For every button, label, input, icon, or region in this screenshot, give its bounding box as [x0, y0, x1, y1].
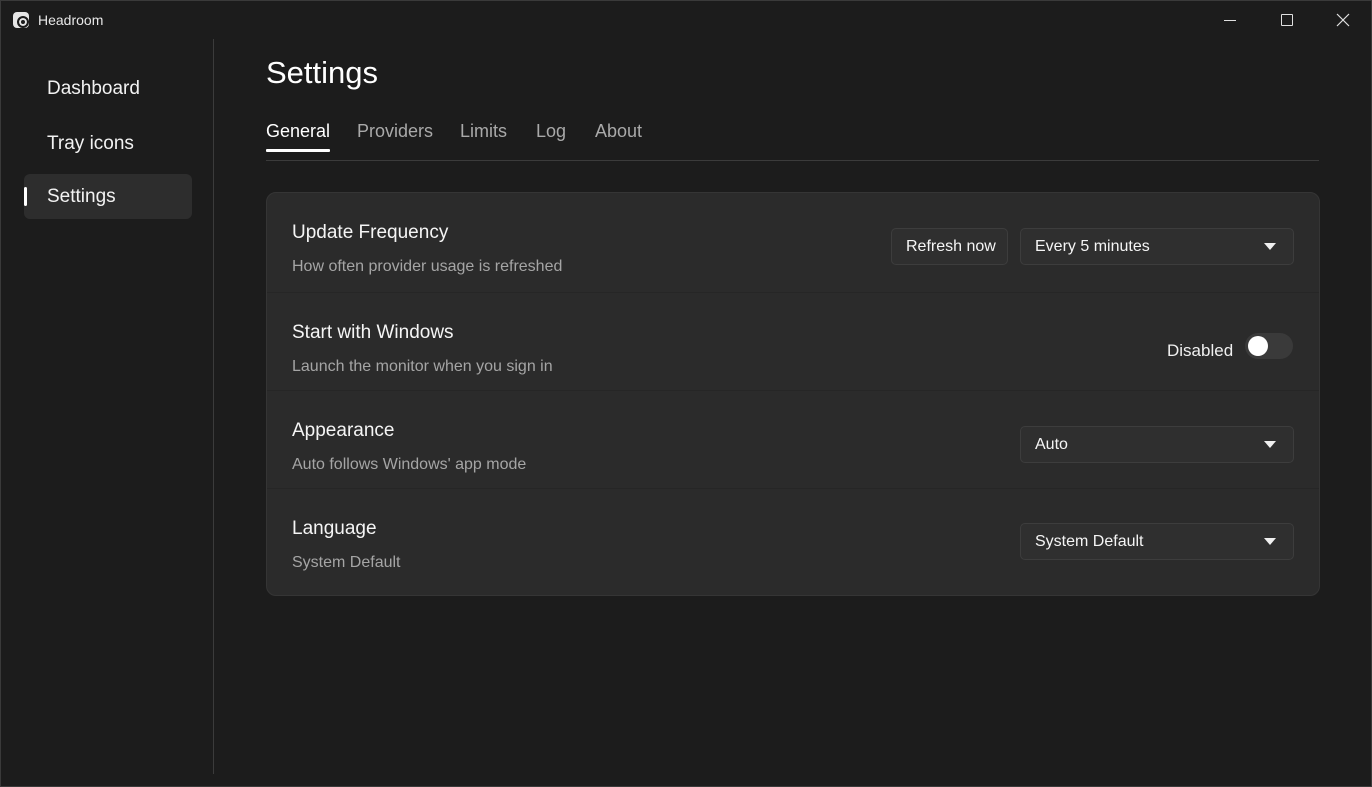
maximize-icon: [1280, 14, 1293, 26]
sidebar-item-label: Settings: [47, 185, 116, 207]
setting-title: Start with Windows: [292, 322, 454, 343]
toggle-state-label: Disabled: [1167, 341, 1234, 360]
close-icon: [1336, 13, 1349, 27]
tab-label: Providers: [357, 121, 434, 141]
refresh-now-button[interactable]: Refresh now: [891, 228, 1008, 265]
sidebar-item-label: Dashboard: [47, 77, 140, 99]
chevron-down-icon: [1264, 538, 1276, 545]
language-row: Language System Default System Default: [267, 488, 1319, 586]
setting-description: System Default: [292, 554, 401, 571]
maximize-button[interactable]: [1258, 1, 1315, 39]
sidebar-item-settings[interactable]: Settings: [24, 174, 192, 219]
selected-indicator: [24, 187, 27, 206]
appearance-row: Appearance Auto follows Windows' app mod…: [267, 390, 1319, 488]
update-frequency-row: Update Frequency How often provider usag…: [267, 193, 1319, 291]
page-title: Settings: [266, 55, 379, 90]
dropdown-value: Auto: [1035, 435, 1068, 453]
update-frequency-dropdown[interactable]: Every 5 minutes: [1020, 228, 1294, 265]
tab-about[interactable]: About: [595, 121, 642, 142]
sidebar-item-dashboard[interactable]: Dashboard: [24, 66, 192, 111]
tab-general[interactable]: General: [266, 121, 331, 152]
chevron-down-icon: [1264, 441, 1276, 448]
appearance-dropdown[interactable]: Auto: [1020, 426, 1294, 463]
dropdown-value: Every 5 minutes: [1035, 237, 1150, 255]
sidebar-item-label: Tray icons: [47, 132, 134, 154]
window-title: Headroom: [38, 12, 104, 28]
setting-description: Auto follows Windows' app mode: [292, 456, 527, 473]
sidebar-item-tray-icons[interactable]: Tray icons: [24, 121, 192, 166]
tab-bar: General Providers Limits Log About: [266, 119, 1319, 161]
sidebar: Dashboard Tray icons Settings: [1, 39, 214, 774]
tab-label: Log: [536, 121, 567, 141]
setting-description: Launch the monitor when you sign in: [292, 358, 553, 375]
app-window: Headroom Dashboard Tray icons Settings S…: [0, 0, 1372, 787]
title-bar[interactable]: Headroom: [1, 1, 1371, 39]
chevron-down-icon: [1264, 243, 1276, 250]
start-with-windows-toggle[interactable]: [1245, 333, 1293, 359]
start-with-windows-row: Start with Windows Launch the monitor wh…: [267, 292, 1319, 390]
settings-card: Update Frequency How often provider usag…: [266, 192, 1320, 596]
tab-providers[interactable]: Providers: [357, 121, 433, 142]
toggle-knob: [1248, 336, 1268, 356]
app-logo-icon: [13, 12, 29, 28]
close-button[interactable]: [1314, 1, 1371, 39]
button-label: Refresh now: [906, 237, 996, 255]
setting-title: Update Frequency: [292, 222, 449, 243]
minimize-icon: [1223, 19, 1236, 21]
language-dropdown[interactable]: System Default: [1020, 523, 1294, 560]
active-tab-underline: [266, 149, 330, 152]
tab-limits[interactable]: Limits: [460, 121, 507, 142]
tab-label: Limits: [460, 121, 508, 141]
setting-title: Appearance: [292, 420, 395, 441]
tab-label: General: [266, 121, 331, 141]
dropdown-value: System Default: [1035, 532, 1144, 550]
minimize-button[interactable]: [1201, 1, 1258, 39]
tab-log[interactable]: Log: [536, 121, 566, 142]
setting-description: How often provider usage is refreshed: [292, 258, 563, 275]
tab-label: About: [595, 121, 643, 141]
setting-title: Language: [292, 518, 377, 539]
